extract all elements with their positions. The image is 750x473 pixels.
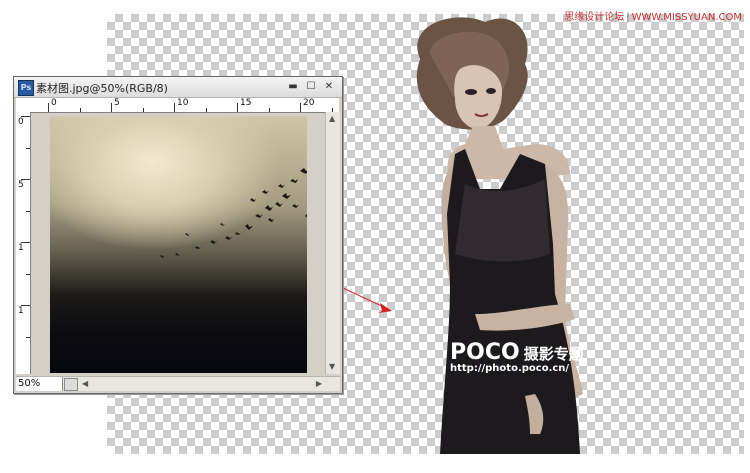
poco-logo: POCO 摄影专题 http://photo.poco.cn/ bbox=[450, 340, 584, 374]
minimize-icon[interactable]: ▬ bbox=[286, 80, 300, 93]
maximize-icon[interactable]: ☐ bbox=[304, 80, 318, 93]
scroll-right-arrow-icon[interactable]: ▶ bbox=[316, 378, 322, 390]
document-titlebar[interactable]: Ps 素材图.jpg@50%(RGB/8) ▬ ☐ ✕ bbox=[14, 77, 342, 98]
birds-sky-image bbox=[160, 168, 307, 258]
poco-brand-text: POCO bbox=[450, 340, 520, 365]
document-window[interactable]: Ps 素材图.jpg@50%(RGB/8) ▬ ☐ ✕ 0 5 10 15 20 bbox=[13, 76, 343, 394]
ruler-left-label: 5 bbox=[18, 180, 24, 190]
ruler-top-label: 15 bbox=[240, 98, 252, 108]
scroll-left-arrow-icon[interactable]: ◀ bbox=[82, 378, 88, 390]
document-status-bar: 50% ◀ ▶ bbox=[16, 376, 340, 391]
status-menu-icon[interactable] bbox=[64, 378, 78, 391]
vertical-ruler[interactable]: 0 5 1 1 bbox=[16, 112, 31, 374]
close-icon[interactable]: ✕ bbox=[322, 80, 336, 93]
photoshop-document-icon: Ps bbox=[18, 80, 34, 96]
ruler-origin[interactable] bbox=[16, 98, 31, 113]
vertical-scrollbar[interactable]: ▲ ▼ bbox=[325, 112, 340, 374]
source-photo-canvas[interactable] bbox=[50, 116, 307, 373]
ruler-top-label: 5 bbox=[114, 98, 120, 108]
ruler-top-label: 0 bbox=[51, 98, 57, 108]
ruler-top-label: 20 bbox=[303, 98, 315, 108]
scroll-up-arrow-icon[interactable]: ▲ bbox=[329, 113, 335, 125]
ruler-left-label: 1 bbox=[18, 306, 24, 316]
document-title: 素材图.jpg@50%(RGB/8) bbox=[36, 82, 168, 95]
zoom-level-field[interactable]: 50% bbox=[16, 377, 63, 391]
poco-url: http://photo.poco.cn/ bbox=[450, 363, 570, 374]
model-cutout-image bbox=[416, 17, 583, 454]
scroll-down-arrow-icon[interactable]: ▼ bbox=[329, 361, 335, 373]
poco-brand-cn: 摄影专题 bbox=[523, 345, 584, 363]
horizontal-ruler[interactable]: 0 5 10 15 20 bbox=[30, 98, 339, 113]
ruler-left-label: 1 bbox=[18, 243, 24, 253]
ruler-left-label: 0 bbox=[18, 117, 24, 127]
watermark-site-url: WWW.MISSYUAN.COM bbox=[631, 12, 742, 23]
ruler-top-label: 10 bbox=[177, 98, 189, 108]
